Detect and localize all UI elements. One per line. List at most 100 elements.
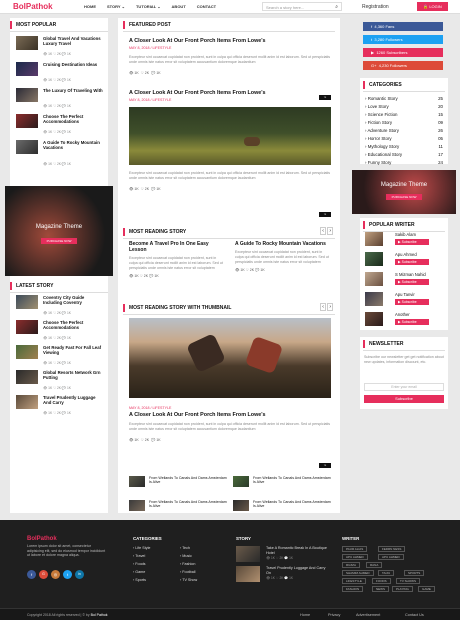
- thumbnail[interactable]: [16, 114, 38, 128]
- footer-tag[interactable]: APU AHMED: [378, 554, 404, 560]
- writer-name[interactable]: Apu Ahmed: [395, 252, 455, 257]
- nav-contact[interactable]: CONTACT: [197, 4, 216, 9]
- thumbnail[interactable]: [233, 476, 249, 487]
- avatar[interactable]: [365, 312, 383, 326]
- thumbnail[interactable]: [16, 140, 38, 154]
- footer-category-link[interactable]: › Travel: [133, 554, 145, 558]
- writer-name[interactable]: Another: [395, 312, 455, 317]
- footer-tag[interactable]: FASHION: [342, 586, 364, 592]
- list-item-title[interactable]: From Wellands To Canals And Dams Amsterd…: [149, 500, 227, 509]
- avatar[interactable]: [365, 252, 383, 266]
- post-title[interactable]: A Guide To Rocky Mountain Vacations: [235, 241, 331, 247]
- site-logo[interactable]: BolPathok: [13, 2, 53, 11]
- footer-category-link[interactable]: › Tech: [180, 546, 190, 550]
- facebook-fans[interactable]: f 4,360 Fans: [363, 22, 443, 31]
- share-button[interactable]: ↪: [319, 463, 331, 468]
- category-item[interactable]: › Mythology Story 11: [365, 144, 443, 149]
- avatar[interactable]: [365, 232, 383, 246]
- footer-tag[interactable]: TV SHOWS: [396, 578, 421, 584]
- purchase-button[interactable]: PURCHASE NOW: [41, 238, 77, 244]
- thumbnail[interactable]: [16, 345, 38, 359]
- prev-arrow-icon[interactable]: ‹: [320, 227, 326, 235]
- footer-category-link[interactable]: › Game: [133, 570, 145, 574]
- list-item-title[interactable]: Coventry City Guide Including Coventry: [43, 295, 103, 305]
- post-image[interactable]: [129, 318, 331, 398]
- list-item-title[interactable]: Choose The Perfect Accommodations: [43, 320, 103, 330]
- ad-banner-right[interactable]: Magazine Theme PURCHASE NOW: [352, 170, 456, 214]
- email-field[interactable]: Enter your email: [364, 383, 444, 391]
- thumbnail[interactable]: [236, 566, 260, 582]
- footer-tag[interactable]: APU AHMED: [342, 554, 368, 560]
- next-arrow-icon[interactable]: ›: [327, 227, 333, 235]
- post-title[interactable]: A Closer Look At Our Front Porch Items F…: [129, 412, 331, 418]
- footer-category-link[interactable]: › Foods: [133, 562, 146, 566]
- writer-name[interactable]: Apu Tanvir: [395, 292, 455, 297]
- footer-link-privacy[interactable]: Privacy: [328, 613, 340, 617]
- post-image[interactable]: [129, 107, 331, 165]
- thumbnail[interactable]: [129, 476, 145, 487]
- footer-tag[interactable]: FEDRN NESS: [378, 546, 406, 552]
- footer-category-link[interactable]: › Music: [180, 554, 192, 558]
- googleplus-followers[interactable]: G+ 4,230 Followers: [363, 61, 443, 70]
- footer-tag[interactable]: RANA: [366, 562, 383, 568]
- login-button[interactable]: 🔒 LOGIN: [417, 2, 448, 11]
- list-item-title[interactable]: The Luxury Of Traveling With: [43, 88, 103, 93]
- share-button[interactable]: ↪: [319, 212, 331, 217]
- thumbnail[interactable]: [129, 500, 145, 511]
- footer-tag[interactable]: NEWS: [372, 586, 389, 592]
- avatar[interactable]: [365, 272, 383, 286]
- footer-category-link[interactable]: › Sports: [133, 578, 146, 582]
- footer-category-link[interactable]: › Football: [180, 570, 195, 574]
- ad-banner-left[interactable]: Magazine Theme PURCHASE NOW: [5, 186, 113, 276]
- facebook-icon[interactable]: f: [27, 570, 36, 579]
- footer-tag[interactable]: RUZZA: [342, 562, 360, 568]
- subscribe-button[interactable]: ▶ Subscribe: [395, 279, 429, 285]
- youtube-subscribers[interactable]: ▶ 1260 Subscribers: [363, 48, 443, 57]
- thumbnail[interactable]: [16, 370, 38, 384]
- footer-story-title[interactable]: Travel Prudently Luggage And Carry On: [266, 566, 328, 575]
- subscribe-button[interactable]: ▶ Subscribe: [395, 319, 429, 325]
- writer-name[interactable]: Sakib Alam: [395, 232, 455, 237]
- footer-tag[interactable]: GAME: [418, 586, 435, 592]
- thumbnail[interactable]: [16, 36, 38, 50]
- category-item[interactable]: › Educational Story 17: [365, 152, 443, 157]
- nav-about[interactable]: ABOUT: [172, 4, 186, 9]
- avatar[interactable]: [365, 292, 383, 306]
- nav-home[interactable]: HOME: [84, 4, 96, 9]
- subscribe-button[interactable]: ▶ Subscribe: [395, 259, 429, 265]
- footer-link-home[interactable]: Home: [300, 613, 310, 617]
- thumbnail[interactable]: [16, 62, 38, 76]
- twitter-followers[interactable]: t 3,280 Followers: [363, 35, 443, 44]
- prev-arrow-icon[interactable]: ‹: [320, 303, 326, 311]
- subscribe-button[interactable]: ▶ Subscribe: [395, 239, 429, 245]
- post-title[interactable]: A Closer Look At Our Front Porch Items F…: [129, 90, 331, 96]
- list-item-title[interactable]: From Wellands To Canals And Dams Amsterd…: [253, 476, 331, 485]
- category-item[interactable]: › Love Story 20: [365, 104, 443, 109]
- search-icon[interactable]: ⌕: [335, 4, 338, 10]
- thumbnail[interactable]: [16, 295, 38, 309]
- footer-tag[interactable]: SPORTS: [404, 570, 425, 576]
- footer-tag[interactable]: PLAYING: [392, 586, 413, 592]
- thumbnail[interactable]: [233, 500, 249, 511]
- list-item-title[interactable]: Get Ready Fast For Fall Leaf Viewing: [43, 345, 103, 355]
- footer-tag[interactable]: FOODS: [372, 578, 391, 584]
- thumbnail[interactable]: [16, 88, 38, 102]
- nav-tutorial[interactable]: TUTORIAL ⌄: [136, 4, 161, 9]
- list-item-title[interactable]: From Wellands To Canals And Dams Amsterd…: [253, 500, 331, 509]
- footer-tag[interactable]: PAUR ALIAS: [342, 546, 368, 552]
- registration-link[interactable]: Registration: [362, 4, 389, 10]
- category-item[interactable]: › Romantic Story 25: [365, 96, 443, 101]
- thumbnail[interactable]: [16, 395, 38, 409]
- googleplus-icon[interactable]: G: [39, 570, 48, 579]
- thumbnail[interactable]: [16, 320, 38, 334]
- footer-tag[interactable]: SHAMIM AHMED: [342, 570, 374, 576]
- category-item[interactable]: › Funny Story 24: [365, 160, 443, 165]
- list-item-title[interactable]: Global Travel And Vacations Luxury Trave…: [43, 36, 103, 46]
- subscribe-newsletter-button[interactable]: Subscribe: [364, 395, 444, 403]
- list-item-title[interactable]: Cruising Destination Ideas: [43, 62, 103, 67]
- footer-category-link[interactable]: › Life Style: [133, 546, 150, 550]
- search-input[interactable]: Search a story here... ⌕: [262, 2, 342, 11]
- writer-name[interactable]: S Mizman Nahid: [395, 272, 455, 277]
- footer-story-title[interactable]: Take A Romantic Break In A Boutique Hote…: [266, 546, 328, 555]
- instagram-icon[interactable]: ◎: [51, 570, 60, 579]
